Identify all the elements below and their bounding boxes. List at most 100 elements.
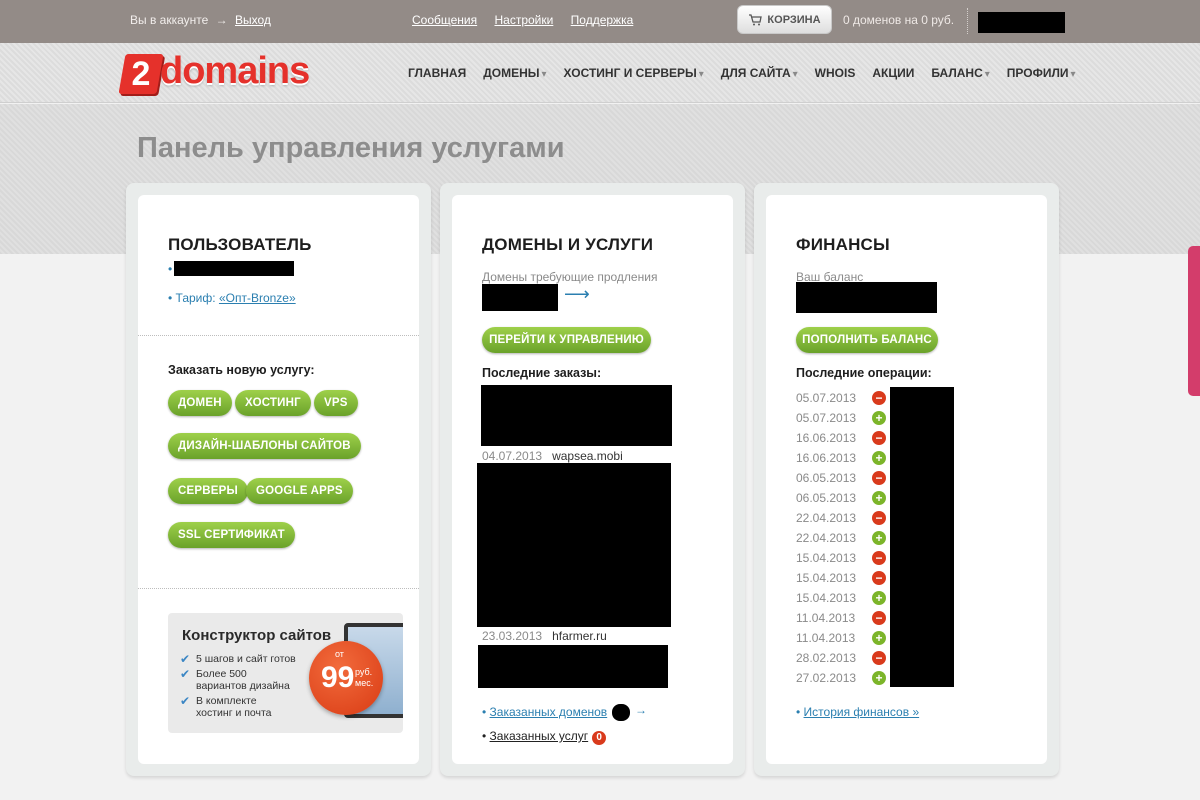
- operation-row: 16.06.2013 −: [796, 428, 886, 448]
- feedback-tab[interactable]: [1188, 246, 1200, 396]
- operation-date: 06.05.2013: [796, 491, 857, 505]
- check-icon: ✔: [180, 667, 191, 681]
- settings-link[interactable]: Настройки: [494, 13, 553, 27]
- banner-feature: ✔ Более 500 вариантов дизайна: [180, 667, 290, 692]
- account-text: Вы в аккаунте: [130, 13, 209, 27]
- logout-link[interactable]: Выход: [235, 13, 271, 27]
- order-service-label: Заказать новую услугу:: [168, 363, 315, 377]
- order-vps-button[interactable]: VPS: [314, 390, 358, 416]
- operation-row: 05.07.2013 −: [796, 388, 886, 408]
- divider: [138, 588, 419, 589]
- logo[interactable]: 2 domains: [118, 50, 340, 98]
- nav-for-site[interactable]: ДЛЯ САЙТА: [721, 66, 798, 80]
- operation-date: 15.04.2013: [796, 591, 857, 605]
- user-panel-body: ПОЛЬЗОВАТЕЛЬ • • Тариф: «Опт-Bronze» Зак…: [138, 195, 419, 764]
- logo-badge: 2: [118, 54, 164, 94]
- operation-row: 11.04.2013 +: [796, 628, 886, 648]
- bullet: •: [168, 262, 173, 276]
- finance-history-line: • История финансов »: [796, 705, 920, 719]
- finance-panel-body: ФИНАНСЫ Ваш баланс ПОПОЛНИТЬ БАЛАНС Посл…: [766, 195, 1047, 764]
- finance-panel: ФИНАНСЫ Ваш баланс ПОПОЛНИТЬ БАЛАНС Посл…: [754, 183, 1059, 776]
- minus-icon: −: [872, 571, 886, 585]
- operation-row: 15.04.2013 −: [796, 548, 886, 568]
- cart-icon: [749, 13, 763, 25]
- ordered-services-link[interactable]: Заказанных услуг: [490, 729, 589, 743]
- messages-link[interactable]: Сообщения: [412, 13, 477, 27]
- check-icon: ✔: [180, 694, 191, 708]
- operation-date: 27.02.2013: [796, 671, 857, 685]
- logo-text: domains: [160, 50, 310, 92]
- go-to-management-button[interactable]: ПЕРЕЙТИ К УПРАВЛЕНИЮ: [482, 327, 651, 353]
- operation-row: 06.05.2013 +: [796, 488, 886, 508]
- tariff-line: • Тариф: «Опт-Bronze»: [168, 291, 296, 305]
- plus-icon: +: [872, 491, 886, 505]
- operation-row: 22.04.2013 −: [796, 508, 886, 528]
- nav-hosting[interactable]: ХОСТИНГ И СЕРВЕРЫ: [564, 66, 704, 80]
- operation-row: 15.04.2013 +: [796, 588, 886, 608]
- operation-row: 27.02.2013 +: [796, 668, 886, 688]
- banner-title: Конструктор сайтов: [182, 627, 332, 644]
- redacted-renewal-count: [482, 284, 558, 311]
- top-links: Сообщения Настройки Поддержка: [412, 13, 647, 27]
- header: 2 domains ГЛАВНАЯ ДОМЕНЫ ХОСТИНГ И СЕРВЕ…: [0, 43, 1200, 103]
- operation-date: 06.05.2013: [796, 471, 857, 485]
- plus-icon: +: [872, 671, 886, 685]
- plus-icon: +: [872, 631, 886, 645]
- cart-summary: 0 доменов на 0 руб.: [843, 13, 955, 27]
- redacted-order: [477, 463, 671, 627]
- nav-domains[interactable]: ДОМЕНЫ: [483, 66, 546, 80]
- arrow-right-icon[interactable]: →: [635, 703, 647, 717]
- site-builder-banner[interactable]: Конструктор сайтов ✔ 5 шагов и сайт готов…: [168, 613, 403, 733]
- account-status: Вы в аккаунте → Выход: [130, 13, 271, 27]
- operation-row: 11.04.2013 −: [796, 608, 886, 628]
- page-title: Панель управления услугами: [137, 132, 565, 164]
- user-panel-title: ПОЛЬЗОВАТЕЛЬ: [168, 235, 312, 254]
- operation-date: 28.02.2013: [796, 651, 857, 665]
- order-servers-button[interactable]: СЕРВЕРЫ: [168, 478, 248, 504]
- tariff-link[interactable]: «Опт-Bronze»: [219, 291, 296, 305]
- operation-date: 22.04.2013: [796, 511, 857, 525]
- operation-row: 28.02.2013 −: [796, 648, 886, 668]
- main-nav: ГЛАВНАЯ ДОМЕНЫ ХОСТИНГ И СЕРВЕРЫ ДЛЯ САЙ…: [408, 66, 1093, 80]
- ordered-domains-line: • Заказанных доменов: [482, 705, 608, 719]
- operation-date: 15.04.2013: [796, 551, 857, 565]
- order-hosting-button[interactable]: ХОСТИНГ: [235, 390, 311, 416]
- order-domain-button[interactable]: ДОМЕН: [168, 390, 232, 416]
- ordered-services-line: • Заказанных услуг 0: [482, 729, 607, 745]
- ordered-domains-link[interactable]: Заказанных доменов: [490, 705, 608, 719]
- redacted-username: [978, 12, 1065, 33]
- nav-balance[interactable]: БАЛАНС: [931, 66, 989, 80]
- finance-history-link[interactable]: История финансов »: [804, 705, 920, 719]
- nav-promo[interactable]: АКЦИИ: [872, 66, 914, 80]
- redacted-domains-count: [612, 704, 630, 721]
- topup-balance-button[interactable]: ПОПОЛНИТЬ БАЛАНС: [796, 327, 938, 353]
- order-ssl-button[interactable]: SSL СЕРТИФИКАТ: [168, 522, 295, 548]
- plus-icon: +: [872, 411, 886, 425]
- plus-icon: +: [872, 451, 886, 465]
- order-google-apps-button[interactable]: GOOGLE APPS: [246, 478, 353, 504]
- domains-panel-body: ДОМЕНЫ И УСЛУГИ Домены требующие продлен…: [452, 195, 733, 764]
- operation-date: 22.04.2013: [796, 531, 857, 545]
- minus-icon: −: [872, 431, 886, 445]
- domains-panel-title: ДОМЕНЫ И УСЛУГИ: [482, 235, 654, 254]
- order-templates-button[interactable]: ДИЗАЙН-ШАБЛОНЫ САЙТОВ: [168, 433, 361, 459]
- arrow-right-icon[interactable]: ⟶: [564, 284, 590, 305]
- domains-panel: ДОМЕНЫ И УСЛУГИ Домены требующие продлен…: [440, 183, 745, 776]
- redacted-order: [481, 385, 672, 446]
- minus-icon: −: [872, 651, 886, 665]
- nav-home[interactable]: ГЛАВНАЯ: [408, 66, 466, 80]
- divider: [967, 8, 968, 34]
- operation-date: 11.04.2013: [796, 611, 856, 625]
- arrow-right-icon: →: [215, 13, 228, 27]
- nav-whois[interactable]: WHOIS: [815, 66, 856, 80]
- divider: [138, 335, 419, 336]
- support-link[interactable]: Поддержка: [571, 13, 634, 27]
- banner-feature: ✔ В комплекте хостинг и почта: [180, 694, 272, 719]
- plus-icon: +: [872, 531, 886, 545]
- recent-orders-label: Последние заказы:: [482, 366, 602, 380]
- nav-profiles[interactable]: ПРОФИЛИ: [1007, 66, 1076, 80]
- redacted-order: [478, 645, 668, 688]
- minus-icon: −: [872, 551, 886, 565]
- cart-button[interactable]: КОРЗИНА: [737, 5, 832, 34]
- user-panel: ПОЛЬЗОВАТЕЛЬ • • Тариф: «Опт-Bronze» Зак…: [126, 183, 431, 776]
